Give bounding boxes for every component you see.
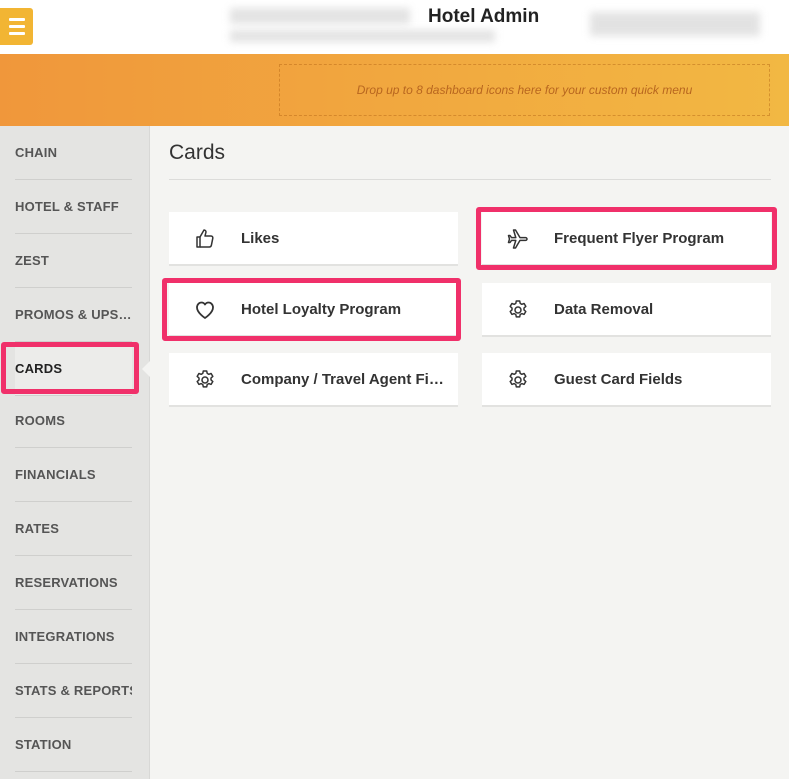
thumbs-up-icon — [193, 227, 217, 251]
sidebar-item-financials[interactable]: FINANCIALS — [15, 448, 132, 502]
redacted-text — [590, 12, 760, 36]
card-data-removal[interactable]: Data Removal — [482, 283, 771, 337]
heart-icon — [193, 298, 217, 322]
redacted-text — [230, 30, 495, 42]
sidebar-item-cards[interactable]: CARDS — [15, 342, 132, 396]
card-label: Company / Travel Agent Fi… — [241, 370, 444, 388]
gear-icon — [193, 368, 217, 392]
hamburger-menu-button[interactable] — [0, 8, 33, 45]
sidebar-item-stats-reports[interactable]: STATS & REPORTS — [15, 664, 132, 718]
card-hotel-loyalty[interactable]: Hotel Loyalty Program — [169, 283, 458, 337]
app-title: Hotel Admin — [428, 6, 540, 27]
sidebar-item-reservations[interactable]: RESERVATIONS — [15, 556, 132, 610]
top-header: Hotel Admin — [0, 0, 789, 54]
page-title: Cards — [169, 141, 226, 164]
quick-menu-dropzone[interactable]: Drop up to 8 dashboard icons here for yo… — [279, 64, 770, 116]
card-likes[interactable]: Likes — [169, 212, 458, 266]
card-company-travel-agent[interactable]: Company / Travel Agent Fi… — [169, 353, 458, 407]
card-guest-card-fields[interactable]: Guest Card Fields — [482, 353, 771, 407]
gear-icon — [506, 368, 530, 392]
sidebar-item-integrations[interactable]: INTEGRATIONS — [15, 610, 132, 664]
sidebar-item-hotel-staff[interactable]: HOTEL & STAFF — [15, 180, 132, 234]
sidebar-item-chain[interactable]: CHAIN — [15, 126, 132, 180]
sidebar-item-zest[interactable]: ZEST — [15, 234, 132, 288]
divider — [169, 179, 771, 180]
sidebar: CHAIN HOTEL & STAFF ZEST PROMOS & UPS… C… — [0, 126, 150, 779]
quick-menu-band: Drop up to 8 dashboard icons here for yo… — [0, 54, 789, 126]
active-indicator-arrow — [142, 361, 150, 377]
airplane-icon — [506, 227, 530, 251]
card-frequent-flyer[interactable]: Frequent Flyer Program — [482, 212, 771, 266]
sidebar-item-promos[interactable]: PROMOS & UPS… — [15, 288, 132, 342]
gear-icon — [506, 298, 530, 322]
card-label: Hotel Loyalty Program — [241, 300, 402, 318]
card-label: Guest Card Fields — [554, 370, 683, 388]
sidebar-item-rates[interactable]: RATES — [15, 502, 132, 556]
hamburger-icon — [8, 18, 25, 21]
sidebar-item-station[interactable]: STATION — [15, 718, 132, 772]
card-label: Data Removal — [554, 300, 654, 318]
card-label: Likes — [241, 229, 280, 247]
card-label: Frequent Flyer Program — [554, 229, 725, 247]
redacted-text — [230, 8, 410, 24]
sidebar-item-rooms[interactable]: ROOMS — [15, 394, 132, 448]
